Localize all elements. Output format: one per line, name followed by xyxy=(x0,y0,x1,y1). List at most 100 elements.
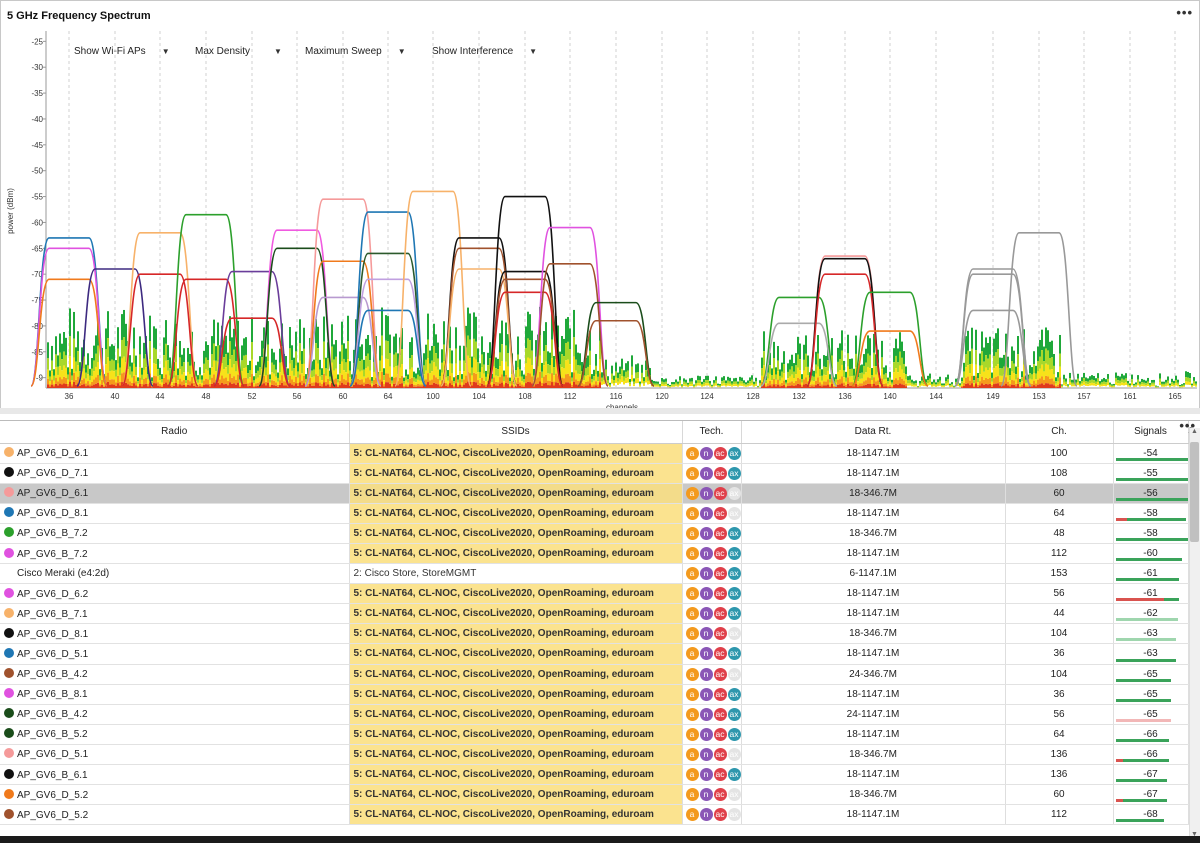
table-row[interactable]: AP_GV6_B_7.2 5: CL-NAT64, CL-NOC, CiscoLi… xyxy=(0,543,1189,565)
density-column xyxy=(755,383,757,386)
density-column xyxy=(595,385,597,388)
radio-color-dot xyxy=(4,467,14,478)
density-column xyxy=(393,377,395,384)
signal-value: -55 xyxy=(1143,467,1158,479)
density-column xyxy=(459,379,461,385)
density-column xyxy=(261,384,263,388)
scrollbar-thumb[interactable] xyxy=(1190,442,1199,542)
density-column xyxy=(461,386,463,388)
panel-divider[interactable] xyxy=(0,408,1200,414)
table-row[interactable]: AP_GV6_D_8.1 5: CL-NAT64, CL-NOC, CiscoLi… xyxy=(0,503,1189,524)
table-row[interactable]: AP_GV6_D_5.1 5: CL-NAT64, CL-NOC, CiscoLi… xyxy=(0,744,1189,766)
density-column xyxy=(143,369,145,379)
density-column xyxy=(455,383,457,388)
density-column xyxy=(811,384,813,387)
signal-noise-bar xyxy=(1115,517,1127,521)
density-column xyxy=(383,368,385,376)
density-column xyxy=(889,371,891,378)
density-column xyxy=(455,363,457,376)
table-row[interactable]: AP_GV6_B_7.1 5: CL-NAT64, CL-NOC, CiscoLi… xyxy=(0,603,1189,625)
density-column xyxy=(121,358,123,374)
table-row[interactable]: AP_GV6_B_4.2 5: CL-NAT64, CL-NOC, CiscoLi… xyxy=(0,704,1189,725)
density-column xyxy=(785,382,787,385)
density-column xyxy=(301,380,303,386)
density-column xyxy=(1083,378,1085,382)
density-column xyxy=(693,386,695,388)
density-column xyxy=(275,376,277,383)
density-column xyxy=(971,375,973,384)
density-column xyxy=(391,387,393,388)
density-column xyxy=(401,376,403,384)
table-row[interactable]: AP_GV6_B_7.2 5: CL-NAT64, CL-NOC, CiscoLi… xyxy=(0,523,1189,544)
table-row[interactable]: AP_GV6_D_6.1 5: CL-NAT64, CL-NOC, CiscoLi… xyxy=(0,483,1189,504)
column-header-ssids[interactable]: SSIDs xyxy=(349,421,683,444)
table-row[interactable]: AP_GV6_D_6.2 5: CL-NAT64, CL-NOC, CiscoLi… xyxy=(0,583,1189,605)
density-column xyxy=(257,361,259,371)
column-header-channel[interactable]: Ch. xyxy=(1005,421,1114,444)
density-column xyxy=(1079,385,1081,387)
density-column xyxy=(895,338,897,356)
density-column xyxy=(75,379,77,385)
density-column xyxy=(495,357,497,369)
density-column xyxy=(183,384,185,388)
density-column xyxy=(949,383,951,386)
density-column xyxy=(527,381,529,388)
density-column xyxy=(189,385,191,388)
density-column xyxy=(1069,372,1071,379)
tech-ac-badge: ac xyxy=(713,607,727,621)
table-row[interactable]: AP_GV6_B_8.1 5: CL-NAT64, CL-NOC, CiscoLi… xyxy=(0,684,1189,705)
density-column xyxy=(1009,375,1011,381)
density-column xyxy=(87,365,89,375)
table-row[interactable]: AP_GV6_B_6.1 5: CL-NAT64, CL-NOC, CiscoLi… xyxy=(0,764,1189,786)
column-header-radio[interactable]: Radio xyxy=(0,421,350,444)
table-row[interactable]: AP_GV6_D_8.1 5: CL-NAT64, CL-NOC, CiscoLi… xyxy=(0,623,1189,645)
density-column xyxy=(919,385,921,387)
density-column xyxy=(817,335,819,354)
channel-cell: 100 xyxy=(1005,443,1114,464)
density-column xyxy=(825,381,827,386)
density-column xyxy=(539,381,541,388)
density-column xyxy=(749,377,751,382)
density-column xyxy=(271,380,273,385)
density-column xyxy=(571,381,573,385)
taskbar xyxy=(0,836,1200,843)
column-header-data-rate[interactable]: Data Rt. xyxy=(741,421,1006,444)
radio-cell: AP_GV6_D_6.1 xyxy=(0,483,350,504)
density-column xyxy=(779,369,781,376)
density-column xyxy=(517,367,519,378)
density-column xyxy=(429,385,431,388)
table-row[interactable]: AP_GV6_D_5.2 5: CL-NAT64, CL-NOC, CiscoLi… xyxy=(0,784,1189,806)
signal-bar xyxy=(1115,779,1167,783)
column-header-tech[interactable]: Tech. xyxy=(682,421,742,444)
density-column xyxy=(787,383,789,387)
density-column xyxy=(1035,383,1037,387)
table-row[interactable]: AP_GV6_D_5.1 5: CL-NAT64, CL-NOC, CiscoLi… xyxy=(0,643,1189,665)
density-column xyxy=(1101,384,1103,387)
density-column xyxy=(1005,383,1007,388)
density-column xyxy=(299,374,301,383)
density-column xyxy=(59,333,61,353)
column-header-signals[interactable]: Signals⬇ xyxy=(1113,421,1194,444)
table-row[interactable]: AP_GV6_D_5.2 5: CL-NAT64, CL-NOC, CiscoLi… xyxy=(0,804,1189,826)
table-row[interactable]: Cisco Meraki (e4:2d) 2: Cisco Store, Stor… xyxy=(0,563,1189,585)
y-axis-label: power (dBm) xyxy=(6,188,15,234)
table-row[interactable]: AP_GV6_D_7.1 5: CL-NAT64, CL-NOC, CiscoLi… xyxy=(0,463,1189,484)
density-column xyxy=(983,361,985,372)
density-column xyxy=(671,385,673,387)
density-column xyxy=(829,374,831,380)
density-column xyxy=(537,377,539,384)
density-column xyxy=(529,373,531,383)
density-column xyxy=(47,384,49,388)
tech-cell: a n ac ax xyxy=(682,543,742,565)
channel-cell: 36 xyxy=(1005,643,1114,665)
table-row[interactable]: AP_GV6_D_6.1 5: CL-NAT64, CL-NOC, CiscoLi… xyxy=(0,443,1189,464)
density-column xyxy=(761,375,763,382)
density-column xyxy=(407,374,409,380)
density-column xyxy=(455,348,457,364)
table-row[interactable]: AP_GV6_B_5.2 5: CL-NAT64, CL-NOC, CiscoLi… xyxy=(0,724,1189,745)
density-column xyxy=(805,353,807,367)
density-column xyxy=(595,381,597,386)
table-row[interactable]: AP_GV6_B_4.2 5: CL-NAT64, CL-NOC, CiscoLi… xyxy=(0,664,1189,685)
density-column xyxy=(247,386,249,388)
scroll-up-icon[interactable]: ▲ xyxy=(1191,428,1198,435)
